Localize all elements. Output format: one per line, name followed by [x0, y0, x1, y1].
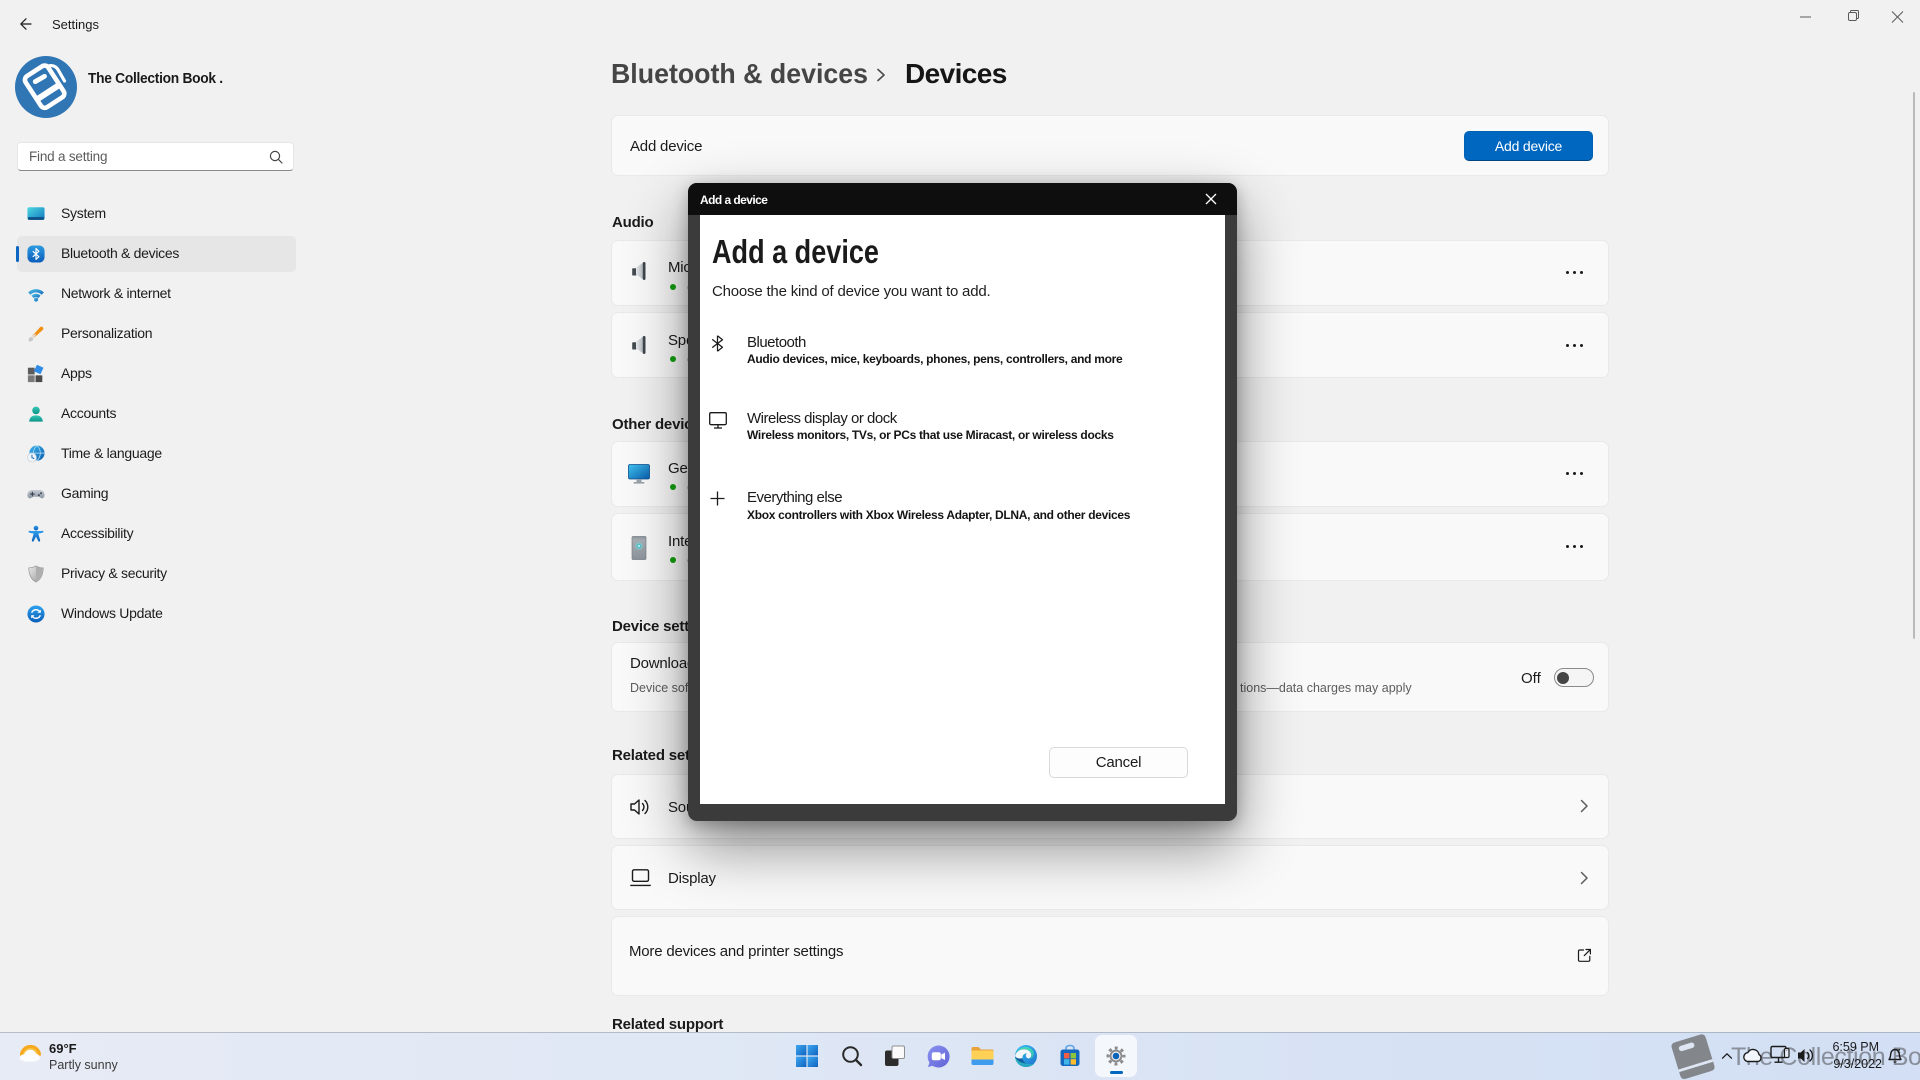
- svg-text:z: z: [1897, 1048, 1901, 1055]
